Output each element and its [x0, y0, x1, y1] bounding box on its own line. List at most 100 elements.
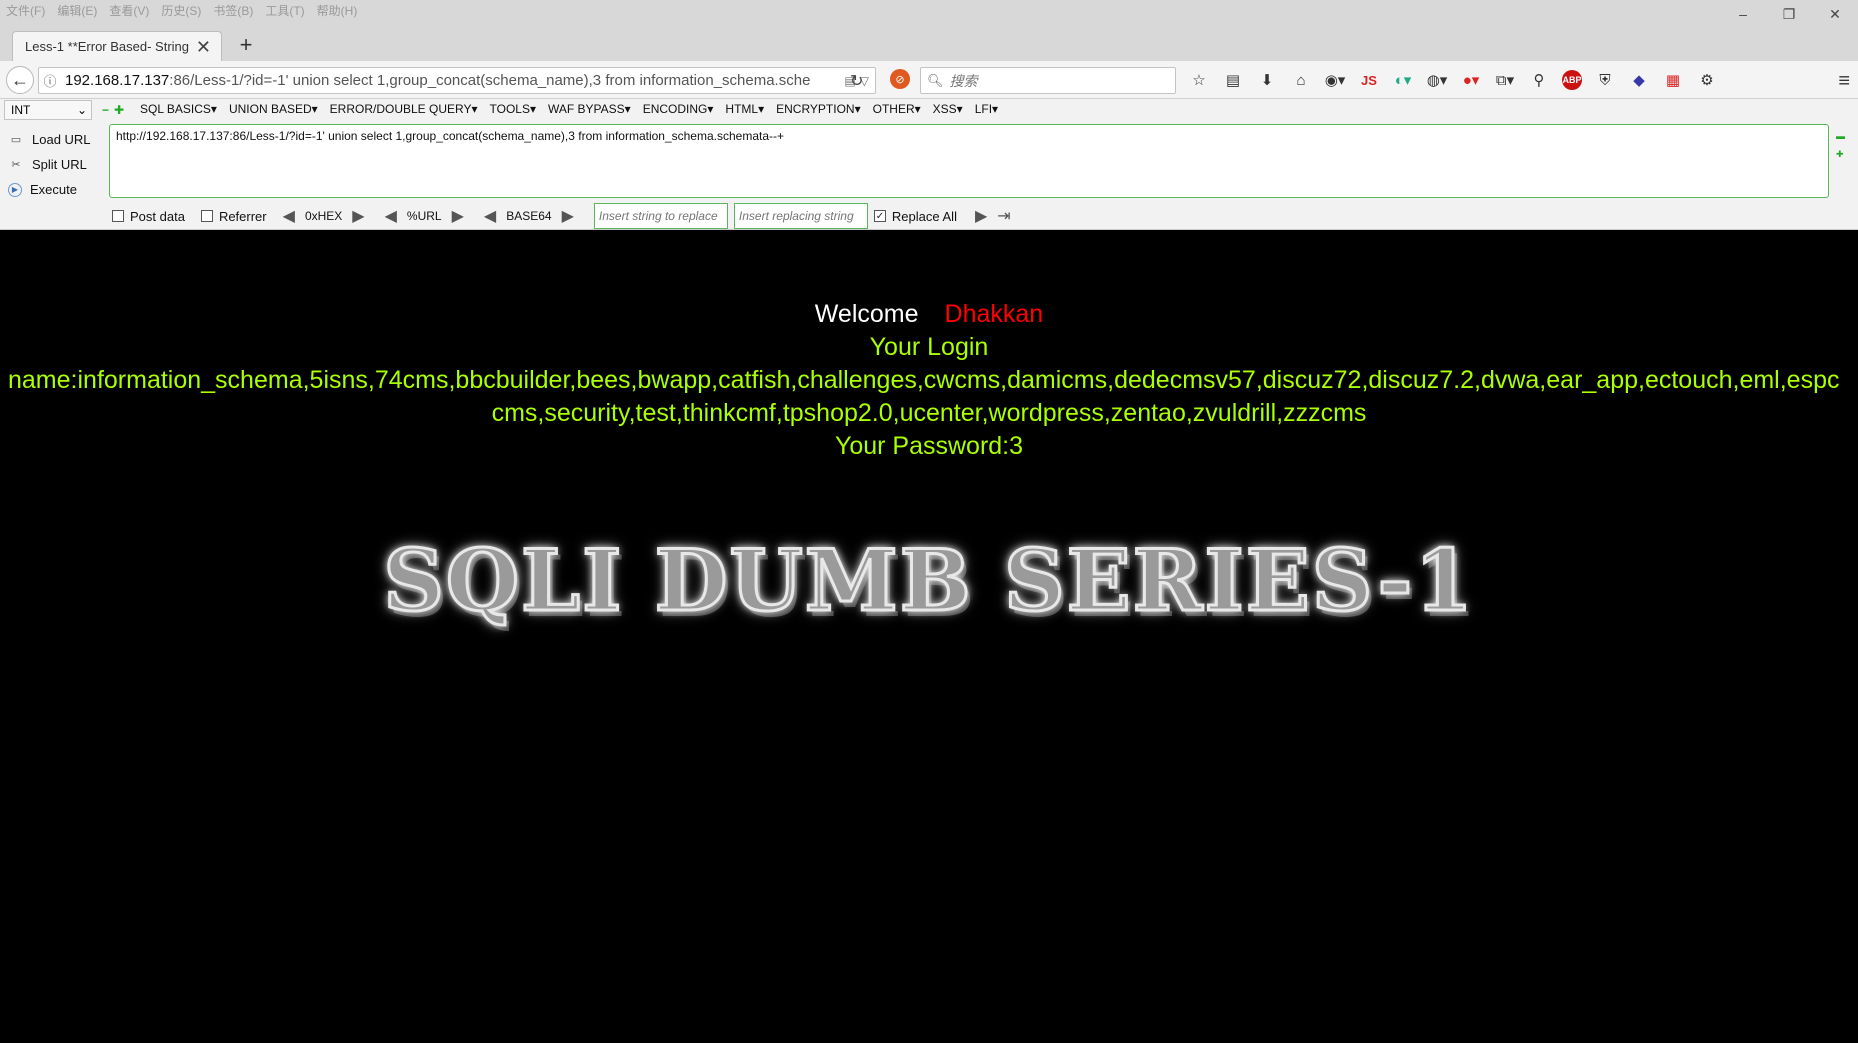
red-addon-icon[interactable]: ●▾ — [1460, 69, 1482, 91]
zoom-icon[interactable]: ⚲ — [1528, 69, 1550, 91]
login-value-line1: name:information_schema,5isns,74cms,bbcb… — [8, 366, 1840, 394]
base64-encode-arrow-icon[interactable]: ▶ — [562, 206, 574, 226]
hackbar-resize-handles[interactable]: ▬ ✚ — [1836, 131, 1845, 160]
url-host: 192.168.17.137 — [65, 72, 170, 89]
navigation-bar: ← ⓘ 192.168.17.137:86/Less-1/?id=-1' uni… — [0, 61, 1858, 99]
hex-decode-arrow-icon[interactable]: ◀ — [283, 206, 295, 226]
toolbar-icons: ☆ ▤ ⬇ ⌂ ◉▾ JS ◐▾ ◍▾ ●▾ ⧉▾ ⚲ ABP ⛨ ◆ ▦ ⚙ — [1188, 69, 1718, 91]
back-button[interactable]: ← — [6, 66, 34, 94]
hackbar-menu-other[interactable]: OTHER▾ — [873, 102, 921, 116]
replace-all-checkbox[interactable]: ✓ Replace All — [873, 209, 957, 224]
js-toggle-icon[interactable]: JS — [1358, 69, 1380, 91]
menu-history[interactable]: 历史(S) — [161, 2, 201, 19]
base64-label: BASE64 — [506, 209, 552, 223]
load-url-icon: ▭ — [10, 134, 22, 146]
banner: SQLI DUMB SERIES-1 — [0, 530, 1858, 632]
diamond-addon-icon[interactable]: ◆ — [1628, 69, 1650, 91]
hackbar-menu-xss[interactable]: XSS▾ — [933, 102, 963, 116]
expand-icon[interactable]: ✚ — [1836, 149, 1845, 160]
menu-edit[interactable]: 编辑(E) — [57, 2, 97, 19]
hackbar-url-field[interactable]: http://192.168.17.137:86/Less-1/?id=-1' … — [109, 124, 1829, 198]
hackbar-menu-error-double-query[interactable]: ERROR/DOUBLE QUERY▾ — [330, 102, 478, 116]
minimize-button[interactable]: – — [1720, 0, 1766, 28]
replace-string-input[interactable] — [593, 203, 728, 229]
hamburger-menu-icon[interactable]: ≡ — [1838, 70, 1850, 93]
new-tab-button[interactable]: + — [232, 32, 260, 58]
tab-strip: Less-1 **Error Based- String... ✕ + — [0, 28, 1858, 61]
globe-addon-icon[interactable]: ◉▾ — [1324, 69, 1346, 91]
adblock-icon[interactable]: ABP — [1562, 70, 1582, 90]
reading-list-icon[interactable]: ▤ — [1222, 69, 1244, 91]
url-bar[interactable]: ⓘ 192.168.17.137:86/Less-1/?id=-1' union… — [38, 67, 876, 94]
split-url-button[interactable]: ✂ Split URL — [8, 152, 104, 177]
shrink-icon[interactable]: ▬ — [1836, 131, 1845, 141]
proxy-addon-icon[interactable]: ◐▾ — [1392, 69, 1414, 91]
menu-help[interactable]: 帮助(H) — [317, 2, 358, 19]
bookmark-star-icon[interactable]: ☆ — [1188, 69, 1210, 91]
url-enc-label: %URL — [406, 209, 442, 223]
palette-addon-icon[interactable]: ◍▾ — [1426, 69, 1448, 91]
execute-button[interactable]: ▶ Execute — [8, 177, 104, 202]
url-encode-arrow-icon[interactable]: ▶ — [452, 206, 464, 226]
replace-all-box[interactable]: ✓ — [873, 210, 886, 222]
search-input[interactable] — [949, 72, 1150, 89]
minus-icon[interactable]: − — [102, 103, 109, 117]
hackbar-menu-encoding[interactable]: ENCODING▾ — [643, 102, 714, 116]
hackbar-menu-waf-bypass[interactable]: WAF BYPASS▾ — [548, 102, 631, 116]
hackbar-menu-union-based[interactable]: UNION BASED▾ — [229, 102, 318, 116]
replacing-string-input[interactable] — [733, 203, 868, 229]
replace-go-icon[interactable]: ⇥ — [997, 206, 1010, 226]
menu-view[interactable]: 查看(V) — [109, 2, 149, 19]
post-data-checkbox[interactable]: Post data — [112, 209, 185, 224]
load-url-button[interactable]: ▭ Load URL — [8, 127, 104, 152]
addon-shield-icon[interactable]: ⊘ — [890, 69, 910, 89]
info-icon[interactable]: ⓘ — [39, 71, 61, 90]
type-select[interactable]: INT ⌄ — [4, 100, 92, 120]
menu-tools[interactable]: 工具(T) — [265, 2, 304, 19]
menu-file[interactable]: 文件(F) — [6, 2, 45, 19]
password-line: Your Password:3 — [834, 432, 1024, 460]
hackbar-addon-icon[interactable]: ▦ — [1662, 69, 1684, 91]
hackbar-panel: INT ⌄ − ✚ SQL BASICS▾ UNION BASED▾ ERROR… — [0, 99, 1858, 230]
split-url-icon: ✂ — [11, 159, 21, 171]
welcome-line: Welcome Dhakkan — [0, 300, 1858, 329]
type-select-value: INT — [11, 103, 31, 117]
tab-close-icon[interactable]: ✕ — [196, 38, 211, 56]
restore-button[interactable]: ❐ — [1766, 0, 1812, 28]
hex-encode-arrow-icon[interactable]: ▶ — [352, 206, 364, 226]
url-text[interactable]: 192.168.17.137:86/Less-1/?id=-1' union s… — [61, 72, 838, 89]
referrer-checkbox[interactable]: Referrer — [200, 208, 267, 224]
window-controls: – ❐ ✕ — [1720, 0, 1858, 28]
home-icon[interactable]: ⌂ — [1290, 69, 1312, 91]
base64-decode-arrow-icon[interactable]: ◀ — [484, 206, 496, 226]
base64-encoder: ◀ BASE64 ▶ — [484, 206, 574, 226]
reload-icon[interactable]: ↻ — [850, 71, 863, 91]
hex-label: 0xHEX — [304, 209, 343, 223]
hackbar-menu-lfi[interactable]: LFI▾ — [975, 102, 998, 116]
menu-bookmarks[interactable]: 书签(B) — [213, 2, 253, 19]
screenshot-addon-icon[interactable]: ⧉▾ — [1494, 69, 1516, 91]
hackbar-menu-tools[interactable]: TOOLS▾ — [490, 102, 536, 116]
load-url-label: Load URL — [32, 132, 91, 147]
shield-addon-icon[interactable]: ⛨ — [1594, 69, 1616, 91]
hackbar-actions: ▭ Load URL ✂ Split URL ▶ Execute — [8, 127, 104, 202]
hackbar-menu-html[interactable]: HTML▾ — [725, 102, 764, 116]
hackbar-menu: SQL BASICS▾ UNION BASED▾ ERROR/DOUBLE QU… — [140, 102, 998, 116]
hackbar-plus-minus: − ✚ — [102, 103, 124, 117]
url-decode-arrow-icon[interactable]: ◀ — [385, 206, 397, 226]
chevron-down-icon: ⌄ — [76, 103, 87, 117]
execute-label: Execute — [30, 182, 77, 197]
back-arrow-icon: ← — [11, 69, 29, 90]
settings-addon-icon[interactable]: ⚙ — [1696, 69, 1718, 91]
hackbar-menu-sql-basics[interactable]: SQL BASICS▾ — [140, 102, 217, 116]
plus-icon[interactable]: ✚ — [114, 103, 124, 117]
referrer-box[interactable] — [200, 210, 213, 222]
download-icon[interactable]: ⬇ — [1256, 69, 1278, 91]
close-window-button[interactable]: ✕ — [1812, 0, 1858, 28]
replace-arrow-icon[interactable]: ▶ — [975, 206, 987, 226]
browser-tab[interactable]: Less-1 **Error Based- String... ✕ — [12, 31, 222, 61]
post-data-box[interactable] — [112, 210, 124, 222]
referrer-label: Referrer — [218, 208, 267, 224]
search-bar[interactable]: 🔍︎ — [920, 67, 1176, 94]
hackbar-menu-encryption[interactable]: ENCRYPTION▾ — [776, 102, 860, 116]
